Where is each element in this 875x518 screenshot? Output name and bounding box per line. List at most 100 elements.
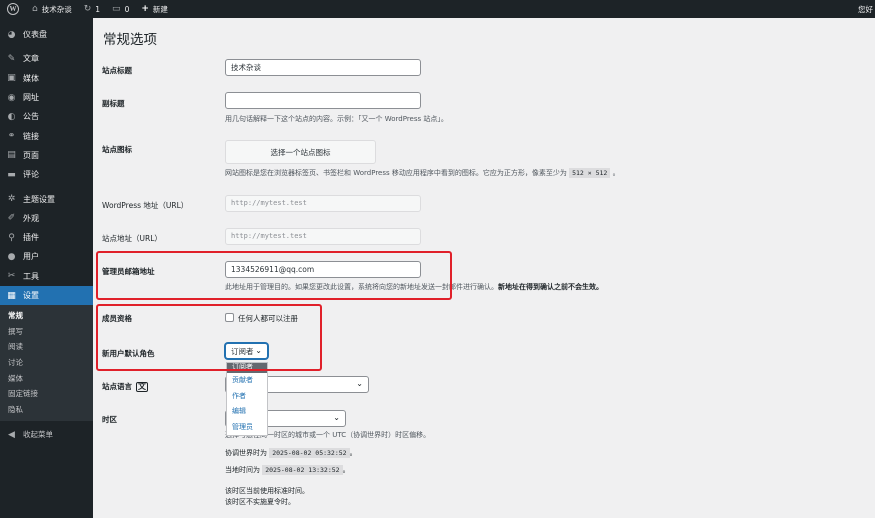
tagline-label: 副标题 bbox=[102, 99, 125, 108]
admin-email-input[interactable]: 1334526911@qq.com bbox=[225, 261, 421, 278]
page-title: 常规选项 bbox=[103, 32, 157, 48]
dst-note: 该时区不实施夏令时。 bbox=[225, 498, 295, 506]
updates-link[interactable]: ↻ 1 bbox=[78, 0, 106, 18]
sidebar-item-theme-settings[interactable]: ✲ 主题设置 bbox=[0, 189, 93, 208]
translation-icon: 文 bbox=[136, 382, 148, 392]
collapse-menu-button[interactable]: ◀ 收起菜单 bbox=[0, 425, 93, 444]
site-icon-description: 网站图标是您在浏览器标签页、书签栏和 WordPress 移动应用程序中看到的图… bbox=[225, 168, 620, 178]
local-time-suffix: 。 bbox=[342, 466, 350, 474]
sidebar-item-announcements[interactable]: ◐ 公告 bbox=[0, 107, 93, 126]
howdy-text: 您好 bbox=[858, 4, 873, 14]
settings-submenu: 常规 撰写 阅读 讨论 媒体 固定链接 隐私 bbox=[0, 305, 93, 422]
membership-label: 成员资格 bbox=[102, 314, 132, 323]
chevron-down-icon: ⌄ bbox=[255, 346, 262, 355]
submenu-general[interactable]: 常规 bbox=[0, 308, 93, 324]
anyone-can-register-checkbox[interactable] bbox=[225, 313, 234, 322]
comment-icon: ▬ bbox=[7, 169, 16, 180]
sidebar-item-settings[interactable]: ▦ 设置 bbox=[0, 285, 93, 306]
sidebar-item-label: 工具 bbox=[23, 271, 39, 281]
collapse-label: 收起菜单 bbox=[23, 430, 53, 440]
wp-address-input[interactable]: http://mytest.test bbox=[225, 195, 421, 212]
local-time-value: 2025-08-02 13:32:52 bbox=[262, 465, 343, 475]
plugin-icon: ⚲ bbox=[8, 232, 15, 243]
sidebar-item-label: 媒体 bbox=[23, 73, 39, 83]
admin-email-desc-strong: 新地址在得到确认之前不会生效。 bbox=[498, 283, 603, 291]
theme-settings-icon: ✲ bbox=[7, 194, 16, 205]
submenu-reading[interactable]: 阅读 bbox=[0, 339, 93, 355]
submenu-permalinks[interactable]: 固定链接 bbox=[0, 386, 93, 402]
new-content-link[interactable]: + 新建 bbox=[135, 0, 174, 18]
plus-icon: + bbox=[141, 4, 149, 14]
submenu-media[interactable]: 媒体 bbox=[0, 371, 93, 387]
sidebar-item-label: 插件 bbox=[23, 233, 39, 243]
sidebar-item-label: 仪表盘 bbox=[23, 30, 47, 40]
main-content: 常规选项 站点标题 技术杂谈 副标题 用几句话解释一下这个站点的内容。示例：「又… bbox=[93, 18, 875, 518]
sidebar-item-users[interactable]: ● 用户 bbox=[0, 247, 93, 266]
sidebar-item-label: 链接 bbox=[23, 131, 39, 141]
submenu-writing[interactable]: 撰写 bbox=[0, 324, 93, 340]
tools-icon: ✂ bbox=[7, 271, 16, 282]
sidebar-item-label: 网址 bbox=[23, 93, 39, 103]
timezone-label: 时区 bbox=[102, 415, 117, 424]
sidebar-item-label: 文章 bbox=[23, 54, 39, 64]
sidebar-item-plugins[interactable]: ⚲ 插件 bbox=[0, 228, 93, 247]
links-icon: ⚭ bbox=[7, 131, 16, 142]
site-icon-desc-end: 。 bbox=[612, 169, 620, 177]
dashboard-icon: ◕ bbox=[7, 29, 16, 40]
tagline-description: 用几句话解释一下这个站点的内容。示例：「又一个 WordPress 站点」。 bbox=[225, 115, 448, 123]
site-icon-size-code: 512 × 512 bbox=[569, 168, 611, 178]
role-option-subscriber[interactable]: 订阅者 bbox=[227, 363, 267, 373]
sidebar-item-label: 公告 bbox=[23, 112, 39, 122]
role-option-editor[interactable]: 编辑 bbox=[227, 404, 267, 420]
sidebar-item-pages[interactable]: ▤ 页面 bbox=[0, 146, 93, 165]
settings-icon: ▦ bbox=[7, 290, 16, 301]
sidebar-item-tools[interactable]: ✂ 工具 bbox=[0, 267, 93, 286]
wordpress-logo-menu[interactable]: W bbox=[0, 0, 26, 18]
admin-sidebar: ◕ 仪表盘 ✎ 文章 ▣ 媒体 ◉ 网址 ◐ 公告 ⚭ 链接 ▤ 页面 ▬ 评论… bbox=[0, 18, 93, 518]
local-time-label: 当地时间为 bbox=[225, 466, 260, 474]
sidebar-item-comments[interactable]: ▬ 评论 bbox=[0, 165, 93, 184]
submenu-discussion[interactable]: 讨论 bbox=[0, 355, 93, 371]
site-language-text: 站点语言 bbox=[102, 382, 132, 391]
sidebar-item-media[interactable]: ▣ 媒体 bbox=[0, 69, 93, 88]
sidebar-item-label: 设置 bbox=[23, 291, 39, 300]
comments-count: 0 bbox=[124, 4, 130, 14]
role-option-administrator[interactable]: 管理员 bbox=[227, 420, 267, 436]
wp-address-label: WordPress 地址（URL） bbox=[102, 201, 189, 210]
anyone-can-register-label[interactable]: 任何人都可以注册 bbox=[238, 313, 298, 324]
default-role-select[interactable]: 订阅者 ⌄ bbox=[225, 343, 268, 359]
sidebar-item-appearance[interactable]: ✐ 外观 bbox=[0, 209, 93, 228]
sidebar-item-label: 主题设置 bbox=[23, 194, 55, 204]
submenu-privacy[interactable]: 隐私 bbox=[0, 402, 93, 418]
choose-site-icon-button[interactable]: 选择一个站点图标 bbox=[225, 140, 376, 164]
admin-email-desc-text: 此地址用于管理目的。如果您更改此设置，系统将向您的新地址发送一封邮件进行确认。 bbox=[225, 283, 498, 291]
sidebar-item-posts[interactable]: ✎ 文章 bbox=[0, 49, 93, 68]
site-title-input[interactable]: 技术杂谈 bbox=[225, 59, 421, 76]
updates-icon: ↻ bbox=[83, 4, 92, 14]
link-manager-icon: ◉ bbox=[7, 92, 16, 103]
utc-time-line: 协调世界时为 2025-08-02 05:32:52。 bbox=[225, 448, 357, 458]
utc-time-value: 2025-08-02 05:32:52 bbox=[269, 448, 350, 458]
admin-email-description: 此地址用于管理目的。如果您更改此设置，系统将向您的新地址发送一封邮件进行确认。新… bbox=[225, 282, 603, 292]
site-name-link[interactable]: ⌂ 技术杂谈 bbox=[26, 0, 78, 18]
sidebar-item-urls[interactable]: ◉ 网址 bbox=[0, 88, 93, 107]
page-icon: ▤ bbox=[7, 150, 16, 161]
account-menu[interactable]: 您好 bbox=[852, 0, 875, 18]
sidebar-item-links[interactable]: ⚭ 链接 bbox=[0, 126, 93, 145]
site-address-input[interactable]: http://mytest.test bbox=[225, 228, 421, 245]
wordpress-icon: W bbox=[7, 3, 19, 15]
comment-bubble-icon: ▭ bbox=[112, 4, 121, 14]
admin-bar: W ⌂ 技术杂谈 ↻ 1 ▭ 0 + 新建 您好 bbox=[0, 0, 875, 18]
role-option-contributor[interactable]: 贡献者 bbox=[227, 373, 267, 389]
chevron-down-icon: ⌄ bbox=[333, 413, 340, 422]
tagline-input[interactable] bbox=[225, 92, 421, 109]
admin-email-label: 管理员邮箱地址 bbox=[102, 267, 155, 276]
megaphone-icon: ◐ bbox=[7, 111, 16, 122]
sidebar-item-dashboard[interactable]: ◕ 仪表盘 bbox=[0, 25, 93, 44]
role-option-author[interactable]: 作者 bbox=[227, 389, 267, 405]
comments-link[interactable]: ▭ 0 bbox=[106, 0, 135, 18]
utc-time-suffix: 。 bbox=[349, 449, 357, 457]
local-time-line: 当地时间为 2025-08-02 13:32:52。 bbox=[225, 465, 350, 475]
site-icon-label: 站点图标 bbox=[102, 145, 132, 154]
utc-time-label: 协调世界时为 bbox=[225, 449, 267, 457]
